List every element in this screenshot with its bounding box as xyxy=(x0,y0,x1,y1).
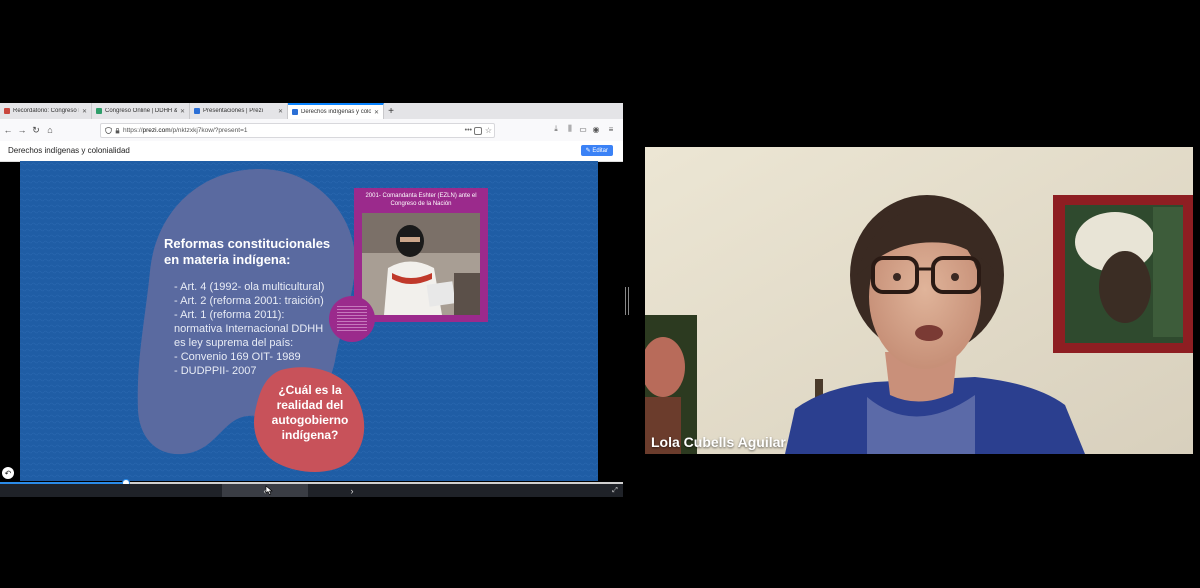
participant-video-frame xyxy=(645,147,1193,454)
participant-name: Lola Cubells Aguilar xyxy=(651,434,786,450)
account-icon[interactable]: ◉ xyxy=(591,123,601,135)
prezi-header: Derechos indígenas y colonialidad ✎ Edit… xyxy=(0,141,623,162)
tab-label: Congreso Online | DDHH & Glob xyxy=(105,108,177,114)
library-icon[interactable]: ⫼ xyxy=(565,123,575,135)
mail-favicon-icon xyxy=(4,108,10,114)
slide-list-item: normativa Internacional DDHH xyxy=(174,323,324,335)
note-text-lines xyxy=(337,306,367,332)
pink-circle-note xyxy=(329,296,375,342)
prezi-favicon-icon xyxy=(194,108,200,114)
slide-list-item: - Convenio 169 OIT- 1989 xyxy=(174,351,301,363)
menu-icon[interactable]: ≡ xyxy=(606,123,616,135)
url-path: /p/nktzxkj7kow/?present=1 xyxy=(170,127,248,134)
shared-screen: Recordatorio: Congreso DDHH I ✕ Congreso… xyxy=(0,103,623,497)
tab-recordatorio[interactable]: Recordatorio: Congreso DDHH I ✕ xyxy=(0,103,92,119)
photo-frame: 2001- Comandanta Eshter (EZLN) ante el C… xyxy=(354,188,488,322)
slide-canvas: Reformas constitucionales en materia ind… xyxy=(20,161,598,481)
presentation-controls: ‹ › ⤢ xyxy=(0,484,623,497)
slide-list-item: - Art. 1 (reforma 2011): xyxy=(174,309,285,321)
forward-icon[interactable]: → xyxy=(16,124,28,136)
page-actions-menu-icon[interactable]: ••• xyxy=(465,127,472,134)
tab-label: Derechos indígenas y colonialid xyxy=(301,109,371,115)
tab-presentaciones-prezi[interactable]: Presentaciones | Prezi ✕ xyxy=(190,103,288,119)
tab-label: Recordatorio: Congreso DDHH I xyxy=(13,108,79,114)
bookmark-star-icon[interactable]: ☆ xyxy=(485,126,492,135)
close-tab-icon[interactable]: ✕ xyxy=(278,108,283,115)
download-icon[interactable]: ⤓ xyxy=(551,123,561,135)
comandanta-photo xyxy=(362,213,480,315)
exit-presentation-button[interactable]: ↶ xyxy=(2,467,14,479)
url-prefix: https:// xyxy=(123,127,143,134)
close-tab-icon[interactable]: ✕ xyxy=(180,108,185,115)
pencil-icon: ✎ xyxy=(585,148,593,154)
browser-nav-bar: ← → ↻ ⌂ https://prezi.com/p/nktzxkj7kow/… xyxy=(0,119,623,142)
sidebar-icon[interactable]: ▭ xyxy=(578,123,588,135)
slide-list-item: - Art. 2 (reforma 2001: traición) xyxy=(174,295,324,307)
webcam-video: Lola Cubells Aguilar xyxy=(645,147,1193,454)
lock-icon xyxy=(115,127,120,133)
edit-label: Editar xyxy=(592,147,608,154)
home-icon[interactable]: ⌂ xyxy=(44,124,56,136)
close-tab-icon[interactable]: ✕ xyxy=(82,108,87,115)
url-text: https://prezi.com/p/nktzxkj7kow/?present… xyxy=(123,127,247,134)
presentation-title: Derechos indígenas y colonialidad xyxy=(8,146,130,155)
browser-tab-bar: Recordatorio: Congreso DDHH I ✕ Congreso… xyxy=(0,103,623,119)
close-tab-icon[interactable]: ✕ xyxy=(374,109,379,116)
slide-heading: Reformas constitucionales en materia ind… xyxy=(164,236,331,267)
mouse-cursor-icon xyxy=(265,485,273,495)
back-icon[interactable]: ← xyxy=(2,124,14,136)
edit-button[interactable]: ✎ Editar xyxy=(580,145,613,156)
tab-congreso-online[interactable]: Congreso Online | DDHH & Glob ✕ xyxy=(92,103,190,119)
fullscreen-button[interactable]: ⤢ xyxy=(610,484,620,497)
url-host: prezi.com xyxy=(142,127,171,134)
next-slide-button[interactable]: › xyxy=(346,484,358,497)
question-text: ¿Cuál es la realidad del autogobierno in… xyxy=(271,383,349,442)
prezi-favicon-icon xyxy=(292,109,298,115)
tab-label: Presentaciones | Prezi xyxy=(203,108,263,114)
shield-icon[interactable] xyxy=(105,127,112,134)
split-view-divider[interactable] xyxy=(625,287,629,315)
site-favicon-icon xyxy=(96,108,102,114)
pocket-icon[interactable] xyxy=(474,126,482,135)
new-tab-button[interactable]: + xyxy=(384,103,398,119)
slide-list-item: es ley suprema del país: xyxy=(174,337,294,349)
photo-caption: 2001- Comandanta Eshter (EZLN) ante el C… xyxy=(365,193,477,207)
reload-icon[interactable]: ↻ xyxy=(30,124,42,136)
slide-text-block: Reformas constitucionales en materia ind… xyxy=(164,236,344,378)
slide-list-item: - Art. 4 (1992- ola multicultural) xyxy=(174,281,325,293)
url-bar[interactable]: https://prezi.com/p/nktzxkj7kow/?present… xyxy=(100,123,495,138)
tab-derechos-indigenas[interactable]: Derechos indígenas y colonialid ✕ xyxy=(288,103,384,119)
